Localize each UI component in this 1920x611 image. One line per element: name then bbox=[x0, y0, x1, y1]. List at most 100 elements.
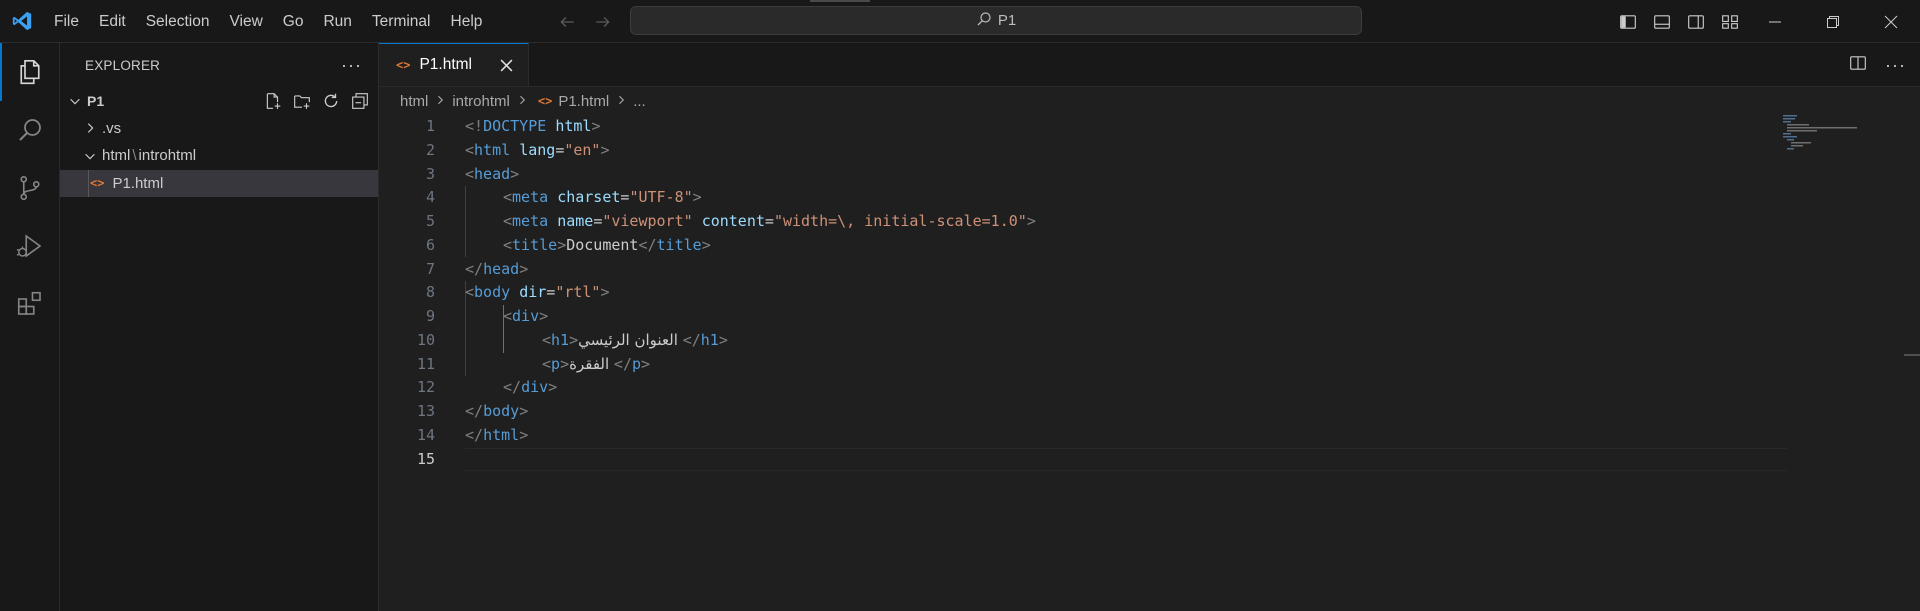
tab-bar: <> P1.html ··· bbox=[379, 43, 1920, 87]
toggle-panel-icon[interactable] bbox=[1650, 10, 1674, 34]
code-token: = bbox=[764, 212, 774, 230]
menu-selection[interactable]: Selection bbox=[136, 0, 220, 43]
menu-bar: File Edit Selection View Go Run Terminal… bbox=[44, 0, 492, 43]
breadcrumb-item-introhtml[interactable]: introhtml bbox=[452, 93, 510, 110]
minimize-icon[interactable] bbox=[1746, 0, 1804, 43]
code-token: content bbox=[701, 212, 765, 230]
chevron-right-icon bbox=[516, 94, 528, 109]
code-token: "viewport" bbox=[602, 212, 693, 230]
back-arrow-icon[interactable] bbox=[556, 11, 578, 33]
toggle-primary-sidebar-icon[interactable] bbox=[1616, 10, 1640, 34]
explorer-icon[interactable] bbox=[0, 43, 60, 101]
chevron-down-icon bbox=[82, 148, 98, 164]
code-token: > bbox=[718, 330, 728, 349]
tab-p1-html[interactable]: <> P1.html bbox=[379, 43, 529, 86]
code-token: title bbox=[512, 235, 558, 254]
code-token: "rtl" bbox=[555, 283, 601, 302]
new-file-icon[interactable] bbox=[263, 91, 283, 111]
forward-arrow-icon[interactable] bbox=[592, 11, 614, 33]
split-editor-icon[interactable] bbox=[1849, 54, 1867, 76]
code-token: < bbox=[542, 330, 552, 349]
code-token: > bbox=[560, 354, 570, 373]
line-number: 14 bbox=[416, 425, 435, 444]
chevron-right-icon bbox=[82, 120, 98, 136]
scrollbar-overview-mark[interactable] bbox=[1904, 354, 1920, 356]
menu-view[interactable]: View bbox=[219, 0, 272, 43]
menu-edit[interactable]: Edit bbox=[89, 0, 136, 43]
code-line: </html> bbox=[465, 424, 1865, 448]
refresh-icon[interactable] bbox=[321, 91, 341, 111]
code-token: > bbox=[600, 140, 610, 159]
command-center-indicator bbox=[810, 0, 870, 2]
code-line-current bbox=[465, 447, 1787, 472]
menu-file[interactable]: File bbox=[44, 0, 89, 43]
breadcrumb-item-html[interactable]: html bbox=[400, 93, 428, 110]
code-line: <body dir="rtl"> bbox=[465, 281, 1865, 305]
title-bar: File Edit Selection View Go Run Terminal… bbox=[0, 0, 1920, 43]
vscode-logo-icon bbox=[0, 0, 44, 43]
tree-item-introhtml-folder[interactable]: html \ introhtml bbox=[60, 142, 378, 170]
code-token: </ bbox=[465, 402, 484, 420]
command-center-search[interactable]: P1 bbox=[630, 6, 1362, 35]
code-token: "en" bbox=[564, 140, 601, 159]
run-and-debug-icon[interactable] bbox=[0, 217, 60, 275]
code-token: body bbox=[483, 402, 520, 420]
minimap[interactable] bbox=[1783, 113, 1903, 153]
search-view-icon[interactable] bbox=[0, 101, 60, 159]
code-token: p bbox=[631, 354, 642, 373]
code-line: </div> bbox=[465, 376, 1865, 400]
code-token-arabic-text: العنوان الرئيسي bbox=[578, 330, 683, 349]
line-number: 5 bbox=[425, 212, 435, 230]
path-separator: \ bbox=[132, 147, 137, 165]
restore-icon[interactable] bbox=[1804, 0, 1862, 43]
code-token: < bbox=[465, 140, 475, 159]
code-token: < bbox=[503, 307, 513, 325]
editor-group: <> P1.html ··· html introhtml <> P1.html… bbox=[379, 43, 1920, 611]
line-number: 3 bbox=[425, 164, 435, 183]
tree-item-label-introhtml: introhtml bbox=[138, 147, 197, 165]
code-token: head bbox=[474, 164, 511, 183]
menu-help[interactable]: Help bbox=[441, 0, 493, 43]
line-number: 6 bbox=[425, 235, 435, 254]
tree-item-vs-folder[interactable]: .vs bbox=[60, 115, 378, 143]
command-center-text: P1 bbox=[997, 12, 1017, 29]
breadcrumb-item-symbols[interactable]: ... bbox=[633, 93, 646, 110]
extensions-icon[interactable] bbox=[0, 275, 60, 333]
more-actions-icon[interactable]: ··· bbox=[1885, 55, 1906, 76]
close-window-icon[interactable] bbox=[1862, 0, 1920, 43]
code-token: </ bbox=[638, 235, 657, 254]
code-token: <! bbox=[465, 117, 484, 135]
code-token: </ bbox=[465, 425, 484, 444]
code-token: > bbox=[510, 164, 520, 183]
tree-item-label: P1.html bbox=[112, 174, 164, 192]
workspace-root[interactable]: P1 bbox=[60, 87, 378, 115]
close-icon[interactable] bbox=[496, 55, 516, 75]
tab-label: P1.html bbox=[419, 56, 473, 73]
toggle-secondary-sidebar-icon[interactable] bbox=[1684, 10, 1708, 34]
breadcrumb-item-file[interactable]: P1.html bbox=[558, 93, 609, 110]
code-token: > bbox=[600, 283, 610, 302]
code-token: "width=\, initial-scale=1.0" bbox=[773, 212, 1027, 230]
source-control-icon[interactable] bbox=[0, 159, 60, 217]
code-token: charset bbox=[557, 188, 621, 207]
menu-terminal[interactable]: Terminal bbox=[362, 0, 441, 43]
menu-go[interactable]: Go bbox=[273, 0, 314, 43]
new-folder-icon[interactable] bbox=[292, 91, 312, 111]
more-actions-icon[interactable]: ··· bbox=[341, 55, 362, 76]
code-editor[interactable]: 1 2 3 4 5 6 7 8 9 10 11 12 13 14 15 <!DO… bbox=[379, 115, 1920, 611]
collapse-all-icon[interactable] bbox=[350, 91, 370, 111]
customize-layout-icon[interactable] bbox=[1718, 10, 1742, 34]
menu-run[interactable]: Run bbox=[313, 0, 361, 43]
code-token: > bbox=[548, 378, 558, 397]
tree-item-p1-html[interactable]: <> P1.html bbox=[60, 169, 378, 197]
line-number: 4 bbox=[425, 188, 435, 207]
chevron-right-icon bbox=[615, 94, 627, 109]
line-number: 2 bbox=[425, 140, 435, 159]
tree-item-label-html: html bbox=[102, 147, 131, 165]
code-line: <meta name="viewport" content="width=\, … bbox=[465, 210, 1865, 234]
